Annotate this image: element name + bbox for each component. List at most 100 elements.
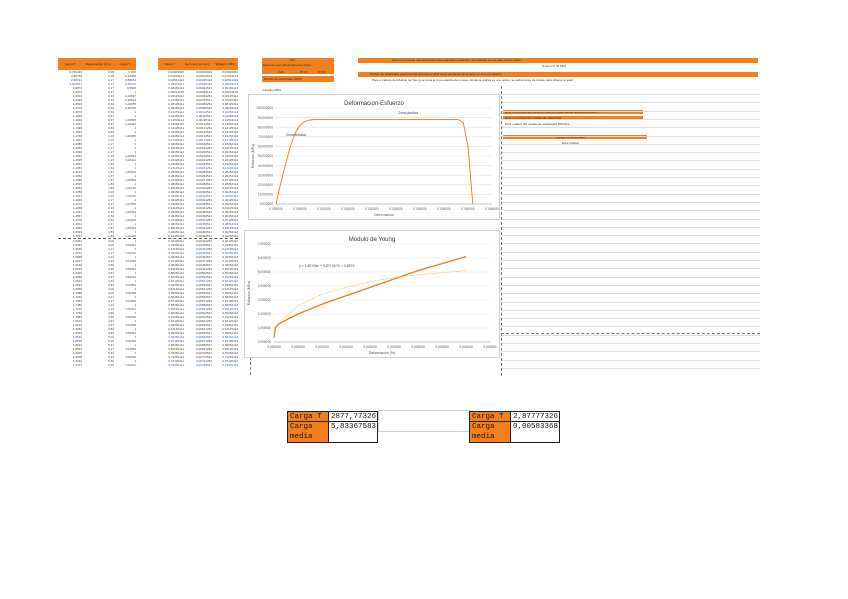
y-axis-label: Esfuerzo (MPa) (251, 144, 255, 168)
x-tick-label: 0,040000 (461, 207, 475, 211)
x-tick-label: 0,004000 (459, 345, 473, 349)
y-tick-label: 100,000000 (256, 106, 273, 110)
table-cell[interactable]: 0,41254114 (212, 234, 238, 238)
cell-row-line (502, 193, 760, 195)
column-header: Carga T (164, 62, 176, 66)
summary-row: Carga media 5,83367583 (287, 421, 378, 443)
data-table-middle: Carga T Def unit (mm/mm) Esfuerzo MPa 0,… (158, 58, 238, 367)
y-tick-label: 3,000000 (258, 298, 272, 302)
table-cell[interactable]: 1,02541 (114, 363, 136, 367)
cell-row-line (502, 168, 760, 170)
table-cell[interactable]: 1,9473 (58, 363, 82, 367)
y-tick-label: 1,000000 (258, 326, 272, 330)
x-axis-label: Deformacion (%) (369, 351, 395, 355)
table-row: 0,73254112 0,00732541 0,73254112 (158, 363, 238, 367)
table-cell[interactable]: 0,73254112 (158, 363, 184, 367)
cell-row-line (502, 226, 760, 228)
column-header: Alargamiento (mm) (85, 62, 111, 66)
y-tick-label: 60,000000 (258, 145, 273, 149)
cell-row-line (502, 309, 760, 311)
y-tick-label: 5,000000 (258, 270, 272, 274)
cell-row-line (502, 284, 760, 286)
table-cell[interactable]: 1,5231 (58, 234, 82, 238)
chart-frame (248, 94, 500, 220)
x-tick-label: 0,002500 (387, 345, 401, 349)
chart-frame (244, 230, 500, 358)
cell-row-line (502, 235, 760, 237)
x-tick-label: 0,003500 (435, 345, 449, 349)
cell-row-line (502, 326, 760, 328)
x-tick-label: 0,002000 (363, 345, 377, 349)
table-cell[interactable]: 0,00412541 (184, 234, 212, 238)
note-text: E Acero A 36 MPa (542, 64, 567, 68)
table-cell[interactable]: 2,83 (82, 234, 114, 238)
value-cell: 3,45 (278, 70, 284, 74)
x-tick-label: 0,005000 (293, 207, 307, 211)
header-label: Modulo de elasticidad (MPa) (264, 77, 303, 81)
x-tick-label: 0,045000 (485, 207, 499, 211)
y-tick-label: 0,000000 (258, 340, 272, 344)
cell-row-line (502, 268, 760, 270)
table-cell[interactable]: 0,00732541 (184, 363, 212, 367)
annotation-zona-plastica: Zona plastica (398, 111, 418, 115)
cell-row-line (502, 177, 760, 178)
y-tick-label: 20,000000 (258, 183, 273, 187)
x-tick-label: 0,020000 (365, 207, 379, 211)
cell-row-line (502, 293, 760, 295)
table-body: 0,00000000 0,00000000 0,00000000 0,01254141… (158, 70, 238, 367)
data-table-left: Carga T Alargamiento (mm) Carga T 0,7624… (58, 58, 136, 367)
cell-row-line (502, 301, 760, 303)
y-tick-label: 2,000000 (258, 312, 272, 316)
cell-row-line (502, 343, 760, 344)
table-cell[interactable]: 0,41254114 (158, 234, 184, 238)
x-tick-label: 0,000000 (267, 345, 281, 349)
x-tick-label: 0,030000 (413, 207, 427, 211)
cell-row-line (502, 94, 760, 95)
y-tick-label: 7,000000 (258, 242, 272, 246)
summary-value[interactable]: 0,00583368 (511, 421, 560, 443)
cell-row-line (502, 351, 760, 353)
y-tick-label: 4,000000 (258, 284, 272, 288)
value-cell: 87,94 (318, 70, 326, 74)
column-header: Def unit (mm/mm) (185, 62, 209, 66)
cell-row-line (502, 127, 760, 129)
x-tick-label: 0,000000 (269, 207, 283, 211)
cell-row-line (502, 334, 760, 336)
cell-row-line (502, 251, 760, 253)
trendline-equation: y = 2,4E+06x + 3,2E+06 R² = 0,8979 (299, 264, 354, 268)
x-tick-label: 0,001000 (315, 345, 329, 349)
column-header: Carga T (64, 62, 76, 66)
chart-title: Deformacion-Esfuerzo (344, 101, 404, 107)
cell-row-line (502, 135, 760, 137)
summary-label: Carga media (469, 421, 511, 443)
x-tick-label: 0,003000 (411, 345, 425, 349)
y-tick-label: 80,000000 (258, 125, 273, 129)
header-label: Esfuerzo max (Mpa) Esfuerzo (Mpa) (263, 63, 312, 67)
cell-row-line (502, 276, 760, 278)
chart-modulo-de-young: 0,000000 1,000000 2,000000 3,000000 4,000000… (244, 230, 500, 358)
cell-row-line (502, 152, 760, 154)
cell-row-line (502, 118, 760, 120)
table-cell[interactable]: 5,50 (82, 363, 114, 367)
table-cell[interactable]: 1,00415 (114, 234, 136, 238)
cell-row-line (502, 201, 760, 203)
y-tick-label: 50,000000 (258, 154, 273, 158)
cell-row-line (502, 102, 760, 104)
empty-cell-range (378, 410, 472, 432)
cell-row-line (502, 218, 760, 220)
cell-row-line (502, 318, 760, 320)
y-tick-label: 30,000000 (258, 173, 273, 177)
cell-row-line (502, 260, 760, 261)
table-cell[interactable]: 0,73254112 (212, 363, 238, 367)
chart-modulo-de-young-svg: 0,000000 1,000000 2,000000 3,000000 4,000000… (244, 230, 500, 358)
table-header: Carga T Alargamiento (mm) Carga T (58, 58, 136, 70)
cell-row-line (502, 210, 760, 212)
header-label: Def (290, 58, 295, 62)
y-axis-label: Esfuerzo (MPa) (247, 281, 251, 305)
y-tick-label: 90,000000 (258, 116, 273, 120)
summary-value[interactable]: 5,83367583 (329, 421, 378, 443)
column-header: Esfuerzo MPa (215, 62, 235, 66)
cell-row-line (502, 160, 760, 162)
cell-row-line (502, 367, 760, 369)
summary-row: Carga media 0,00583368 (469, 421, 560, 443)
